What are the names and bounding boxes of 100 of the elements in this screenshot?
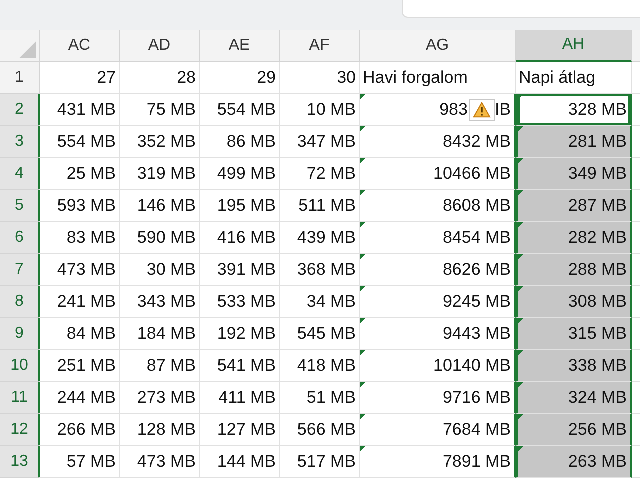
table-cell: 144 MB	[200, 446, 280, 478]
table-cell: 590 MB	[120, 222, 200, 254]
row-header[interactable]: 12	[0, 414, 40, 446]
table-cell: 347 MB	[280, 126, 360, 158]
table-cell[interactable]: 308 MB	[516, 286, 632, 318]
table-cell: 127 MB	[200, 414, 280, 446]
table-cell: 8454 MB	[360, 222, 516, 254]
table-cell: 411 MB	[200, 382, 280, 414]
table-cell: 244 MB	[38, 382, 120, 414]
table-cell: 352 MB	[120, 126, 200, 158]
table-cell: 319 MB	[120, 158, 200, 190]
table-cell[interactable]: 281 MB	[516, 126, 632, 158]
row-header[interactable]: 1	[0, 62, 40, 94]
table-cell: 368 MB	[280, 254, 360, 286]
table-cell: 554 MB	[200, 94, 280, 126]
table-cell: 391 MB	[200, 254, 280, 286]
table-cell: 25 MB	[38, 158, 120, 190]
table-cell: 273 MB	[120, 382, 200, 414]
table-cell: 10466 MB	[360, 158, 516, 190]
table-cell: 10 MB	[280, 94, 360, 126]
row-header[interactable]: 4	[0, 158, 40, 190]
table-cell[interactable]: 315 MB	[516, 318, 632, 350]
table-cell: 9245 MB	[360, 286, 516, 318]
table-cell: IB	[494, 100, 511, 120]
row-header[interactable]: 8	[0, 286, 40, 318]
table-cell: 517 MB	[280, 446, 360, 478]
table-cell[interactable]: 288 MB	[516, 254, 632, 286]
table-cell: 7684 MB	[360, 414, 516, 446]
table-cell: 195 MB	[200, 190, 280, 222]
table-cell: 593 MB	[38, 190, 120, 222]
row-header[interactable]: 10	[0, 350, 40, 382]
table-cell[interactable]: 263 MB	[516, 446, 632, 478]
table-cell: 511 MB	[280, 190, 360, 222]
column-header[interactable]: AE	[200, 30, 280, 62]
table-cell: 983	[440, 100, 468, 120]
table-cell: 30	[280, 62, 360, 94]
table-cell: 8626 MB	[360, 254, 516, 286]
row-header[interactable]: 9	[0, 318, 40, 350]
table-cell: 51 MB	[280, 382, 360, 414]
table-cell: 416 MB	[200, 222, 280, 254]
column-header[interactable]: AD	[120, 30, 200, 62]
table-cell: 184 MB	[120, 318, 200, 350]
table-cell: 34 MB	[280, 286, 360, 318]
table-cell: 7891 MB	[360, 446, 516, 478]
table-cell: 499 MB	[200, 158, 280, 190]
table-cell: Havi forgalom	[360, 62, 516, 94]
table-cell: 545 MB	[280, 318, 360, 350]
table-cell: 128 MB	[120, 414, 200, 446]
table-cell: 57 MB	[38, 446, 120, 478]
warning-button[interactable]	[468, 98, 495, 120]
column-header[interactable]: AC	[40, 30, 120, 62]
table-cell: 29	[200, 62, 280, 94]
table-cell[interactable]: 324 MB	[516, 382, 632, 414]
table-cell: 30 MB	[120, 254, 200, 286]
row-header[interactable]: 5	[0, 190, 40, 222]
table-cell: 27	[40, 62, 120, 94]
table-cell: 418 MB	[280, 350, 360, 382]
table-cell: 28	[120, 62, 200, 94]
row-header[interactable]: 7	[0, 254, 40, 286]
warning-icon	[472, 102, 491, 118]
table-cell: 8432 MB	[360, 126, 516, 158]
column-header[interactable]: AF	[280, 30, 360, 62]
table-cell: 72 MB	[280, 158, 360, 190]
column-header[interactable]: AG	[360, 30, 516, 62]
table-cell: 146 MB	[120, 190, 200, 222]
table-cell: 473 MB	[120, 446, 200, 478]
row-header[interactable]: 13	[0, 446, 40, 478]
table-cell[interactable]: 338 MB	[516, 350, 632, 382]
table-cell: 9716 MB	[360, 382, 516, 414]
corner-triangle-icon	[18, 40, 36, 58]
row-header[interactable]: 2	[0, 94, 40, 126]
table-cell: 9443 MB	[360, 318, 516, 350]
row-header[interactable]: 11	[0, 382, 40, 414]
table-cell: 266 MB	[38, 414, 120, 446]
select-all-button[interactable]	[0, 30, 40, 62]
table-cell: 566 MB	[280, 414, 360, 446]
table-cell: 8608 MB	[360, 190, 516, 222]
table-cell: 554 MB	[38, 126, 120, 158]
table-cell[interactable]: 328 MB	[516, 94, 632, 126]
table-cell: 431 MB	[38, 94, 120, 126]
table-cell: 439 MB	[280, 222, 360, 254]
table-cell: 75 MB	[120, 94, 200, 126]
table-cell: 192 MB	[200, 318, 280, 350]
table-cell: 343 MB	[120, 286, 200, 318]
table-cell: 541 MB	[200, 350, 280, 382]
table-cell[interactable]: 287 MB	[516, 190, 632, 222]
table-cell[interactable]: 256 MB	[516, 414, 632, 446]
table-cell: 241 MB	[38, 286, 120, 318]
row-header[interactable]: 6	[0, 222, 40, 254]
table-cell: 533 MB	[200, 286, 280, 318]
table-cell[interactable]: 282 MB	[516, 222, 632, 254]
table-cell: 473 MB	[38, 254, 120, 286]
table-cell: 251 MB	[38, 350, 120, 382]
table-cell: 10140 MB	[360, 350, 516, 382]
row-header[interactable]: 3	[0, 126, 40, 158]
table-cell: 84 MB	[38, 318, 120, 350]
column-header[interactable]: AH	[516, 30, 632, 62]
table-cell[interactable]: 349 MB	[516, 158, 632, 190]
table-cell: 87 MB	[120, 350, 200, 382]
table-cell: 83 MB	[38, 222, 120, 254]
